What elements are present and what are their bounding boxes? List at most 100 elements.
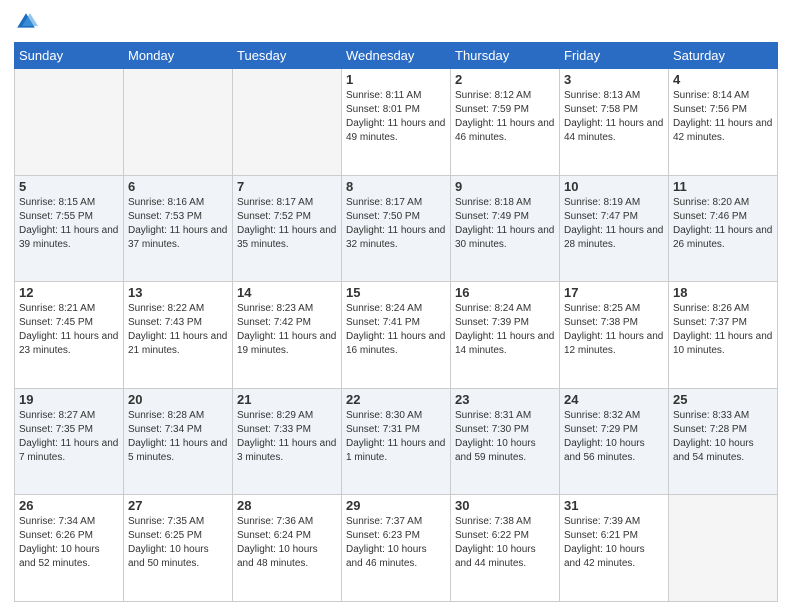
cell-info: Sunrise: 7:37 AMSunset: 6:23 PMDaylight:… [346,515,446,571]
day-header-wednesday: Wednesday [342,43,451,69]
calendar-cell: 20 Sunrise: 8:28 AMSunset: 7:34 PMDayligh… [124,388,233,495]
day-number: 19 [19,392,119,407]
day-number: 14 [237,285,337,300]
calendar-cell: 4Sunrise: 8:14 AMSunset: 7:56 PMDaylight… [669,69,778,176]
cell-info: Sunrise: 8:25 AMSunset: 7:38 PMDaylight:… [564,302,664,358]
day-number: 6 [128,179,228,194]
calendar-cell: 8 Sunrise: 8:17 AMSunset: 7:50 PMDaylight… [342,175,451,282]
day-number: 9 [455,179,555,194]
calendar-cell: 28 Sunrise: 7:36 AMSunset: 6:24 PMDayligh… [233,495,342,602]
cell-info: Sunrise: 8:33 AMSunset: 7:28 PMDaylight:… [673,409,773,465]
calendar-cell: 30 Sunrise: 7:38 AMSunset: 6:22 PMDayligh… [451,495,560,602]
calendar-cell [233,69,342,176]
calendar-cell: 31 Sunrise: 7:39 AMSunset: 6:21 PMDayligh… [560,495,669,602]
day-number: 7 [237,179,337,194]
day-number: 1 [346,72,446,87]
day-number: 29 [346,498,446,513]
cell-info: Sunrise: 8:17 AMSunset: 7:52 PMDaylight:… [237,196,337,252]
day-number: 26 [19,498,119,513]
cell-info: Sunrise: 7:34 AMSunset: 6:26 PMDaylight:… [19,515,119,571]
calendar-cell: 27 Sunrise: 7:35 AMSunset: 6:25 PMDayligh… [124,495,233,602]
day-number: 10 [564,179,664,194]
day-number: 24 [564,392,664,407]
day-number: 27 [128,498,228,513]
cell-info: Sunrise: 7:35 AMSunset: 6:25 PMDaylight:… [128,515,228,571]
cell-info: Sunrise: 8:26 AMSunset: 7:37 PMDaylight:… [673,302,773,358]
calendar-cell [15,69,124,176]
day-number: 20 [128,392,228,407]
calendar-cell: 15Sunrise: 8:24 AMSunset: 7:41 PMDayligh… [342,282,451,389]
day-number: 25 [673,392,773,407]
calendar-week-row: 5 Sunrise: 8:15 AMSunset: 7:55 PMDaylight… [15,175,778,282]
cell-info: Sunrise: 7:39 AMSunset: 6:21 PMDaylight:… [564,515,664,571]
calendar-week-row: 19 Sunrise: 8:27 AMSunset: 7:35 PMDayligh… [15,388,778,495]
day-number: 22 [346,392,446,407]
cell-info: Sunrise: 8:19 AMSunset: 7:47 PMDaylight:… [564,196,664,252]
day-number: 13 [128,285,228,300]
logo [14,10,42,34]
calendar-week-row: 12 Sunrise: 8:21 AMSunset: 7:45 PMDayligh… [15,282,778,389]
day-header-thursday: Thursday [451,43,560,69]
calendar-cell: 21Sunrise: 8:29 AMSunset: 7:33 PMDayligh… [233,388,342,495]
cell-info: Sunrise: 8:16 AMSunset: 7:53 PMDaylight:… [128,196,228,252]
day-number: 21 [237,392,337,407]
calendar-cell: 23 Sunrise: 8:31 AMSunset: 7:30 PMDayligh… [451,388,560,495]
day-number: 16 [455,285,555,300]
calendar-cell: 12 Sunrise: 8:21 AMSunset: 7:45 PMDayligh… [15,282,124,389]
calendar-cell: 24 Sunrise: 8:32 AMSunset: 7:29 PMDayligh… [560,388,669,495]
day-number: 11 [673,179,773,194]
day-header-monday: Monday [124,43,233,69]
day-number: 28 [237,498,337,513]
calendar-cell: 22 Sunrise: 8:30 AMSunset: 7:31 PMDayligh… [342,388,451,495]
calendar-cell: 14Sunrise: 8:23 AMSunset: 7:42 PMDayligh… [233,282,342,389]
cell-info: Sunrise: 8:30 AMSunset: 7:31 PMDaylight:… [346,409,446,465]
cell-info: Sunrise: 8:21 AMSunset: 7:45 PMDaylight:… [19,302,119,358]
calendar-cell: 6 Sunrise: 8:16 AMSunset: 7:53 PMDaylight… [124,175,233,282]
cell-info: Sunrise: 8:13 AMSunset: 7:58 PMDaylight:… [564,89,664,145]
calendar-cell: 13 Sunrise: 8:22 AMSunset: 7:43 PMDayligh… [124,282,233,389]
cell-info: Sunrise: 8:24 AMSunset: 7:41 PMDaylight:… [346,302,446,358]
day-number: 31 [564,498,664,513]
calendar-cell: 25 Sunrise: 8:33 AMSunset: 7:28 PMDayligh… [669,388,778,495]
calendar-cell [669,495,778,602]
day-number: 30 [455,498,555,513]
calendar-cell: 10 Sunrise: 8:19 AMSunset: 7:47 PMDayligh… [560,175,669,282]
day-header-saturday: Saturday [669,43,778,69]
calendar-cell: 19 Sunrise: 8:27 AMSunset: 7:35 PMDayligh… [15,388,124,495]
logo-icon [14,10,38,34]
cell-info: Sunrise: 8:15 AMSunset: 7:55 PMDaylight:… [19,196,119,252]
calendar-cell: 1 Sunrise: 8:11 AMSunset: 8:01 PMDaylight… [342,69,451,176]
cell-info: Sunrise: 8:28 AMSunset: 7:34 PMDaylight:… [128,409,228,465]
calendar-cell: 9 Sunrise: 8:18 AMSunset: 7:49 PMDaylight… [451,175,560,282]
day-number: 5 [19,179,119,194]
cell-info: Sunrise: 8:22 AMSunset: 7:43 PMDaylight:… [128,302,228,358]
cell-info: Sunrise: 8:18 AMSunset: 7:49 PMDaylight:… [455,196,555,252]
calendar-table: SundayMondayTuesdayWednesdayThursdayFrid… [14,42,778,602]
calendar-cell: 18 Sunrise: 8:26 AMSunset: 7:37 PMDayligh… [669,282,778,389]
cell-info: Sunrise: 8:11 AMSunset: 8:01 PMDaylight:… [346,89,446,145]
cell-info: Sunrise: 8:17 AMSunset: 7:50 PMDaylight:… [346,196,446,252]
calendar-cell: 26 Sunrise: 7:34 AMSunset: 6:26 PMDayligh… [15,495,124,602]
calendar-cell: 16Sunrise: 8:24 AMSunset: 7:39 PMDayligh… [451,282,560,389]
header [14,10,778,34]
day-number: 23 [455,392,555,407]
calendar-cell: 7 Sunrise: 8:17 AMSunset: 7:52 PMDaylight… [233,175,342,282]
calendar-cell: 29 Sunrise: 7:37 AMSunset: 6:23 PMDayligh… [342,495,451,602]
day-header-friday: Friday [560,43,669,69]
cell-info: Sunrise: 7:38 AMSunset: 6:22 PMDaylight:… [455,515,555,571]
day-number: 2 [455,72,555,87]
cell-info: Sunrise: 8:31 AMSunset: 7:30 PMDaylight:… [455,409,555,465]
cell-info: Sunrise: 8:14 AMSunset: 7:56 PMDaylight:… [673,89,773,145]
cell-info: Sunrise: 8:20 AMSunset: 7:46 PMDaylight:… [673,196,773,252]
cell-info: Sunrise: 8:27 AMSunset: 7:35 PMDaylight:… [19,409,119,465]
calendar-week-row: 1 Sunrise: 8:11 AMSunset: 8:01 PMDaylight… [15,69,778,176]
calendar-cell: 3 Sunrise: 8:13 AMSunset: 7:58 PMDaylight… [560,69,669,176]
calendar-cell: 11 Sunrise: 8:20 AMSunset: 7:46 PMDayligh… [669,175,778,282]
day-header-tuesday: Tuesday [233,43,342,69]
cell-info: Sunrise: 7:36 AMSunset: 6:24 PMDaylight:… [237,515,337,571]
day-number: 8 [346,179,446,194]
cell-info: Sunrise: 8:32 AMSunset: 7:29 PMDaylight:… [564,409,664,465]
day-number: 18 [673,285,773,300]
day-number: 3 [564,72,664,87]
day-number: 12 [19,285,119,300]
